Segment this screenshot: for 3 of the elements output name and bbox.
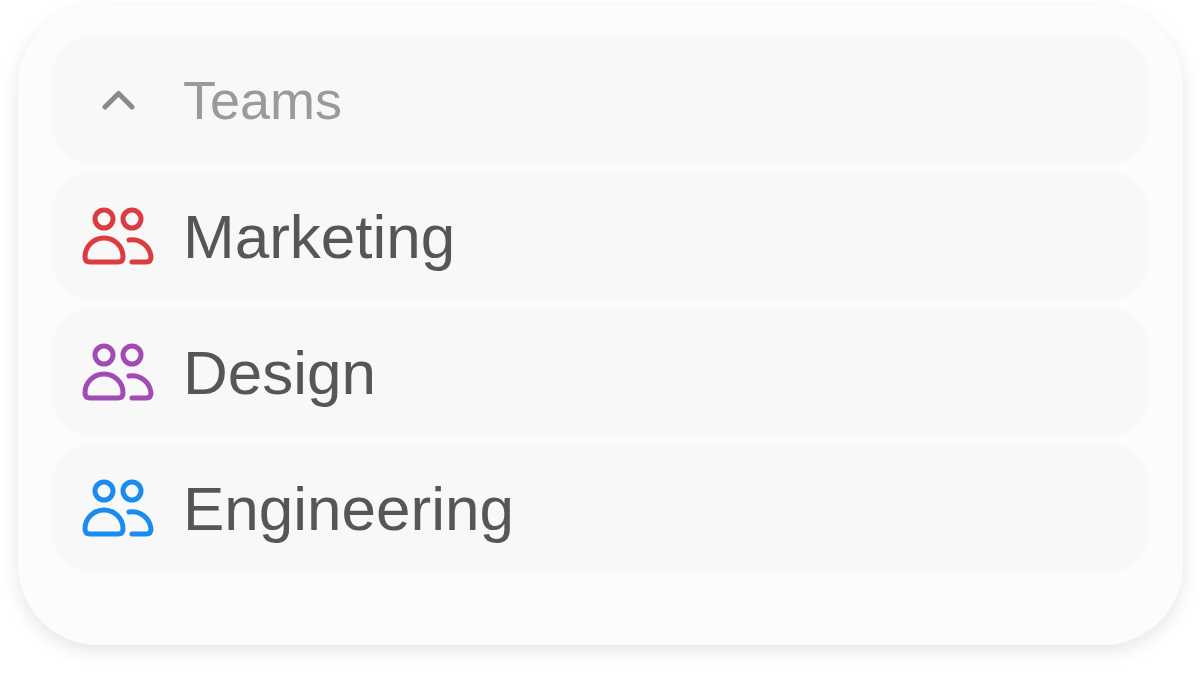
- team-item[interactable]: Marketing: [54, 173, 1147, 299]
- team-item[interactable]: Engineering: [54, 445, 1147, 571]
- team-item[interactable]: Design: [54, 309, 1147, 435]
